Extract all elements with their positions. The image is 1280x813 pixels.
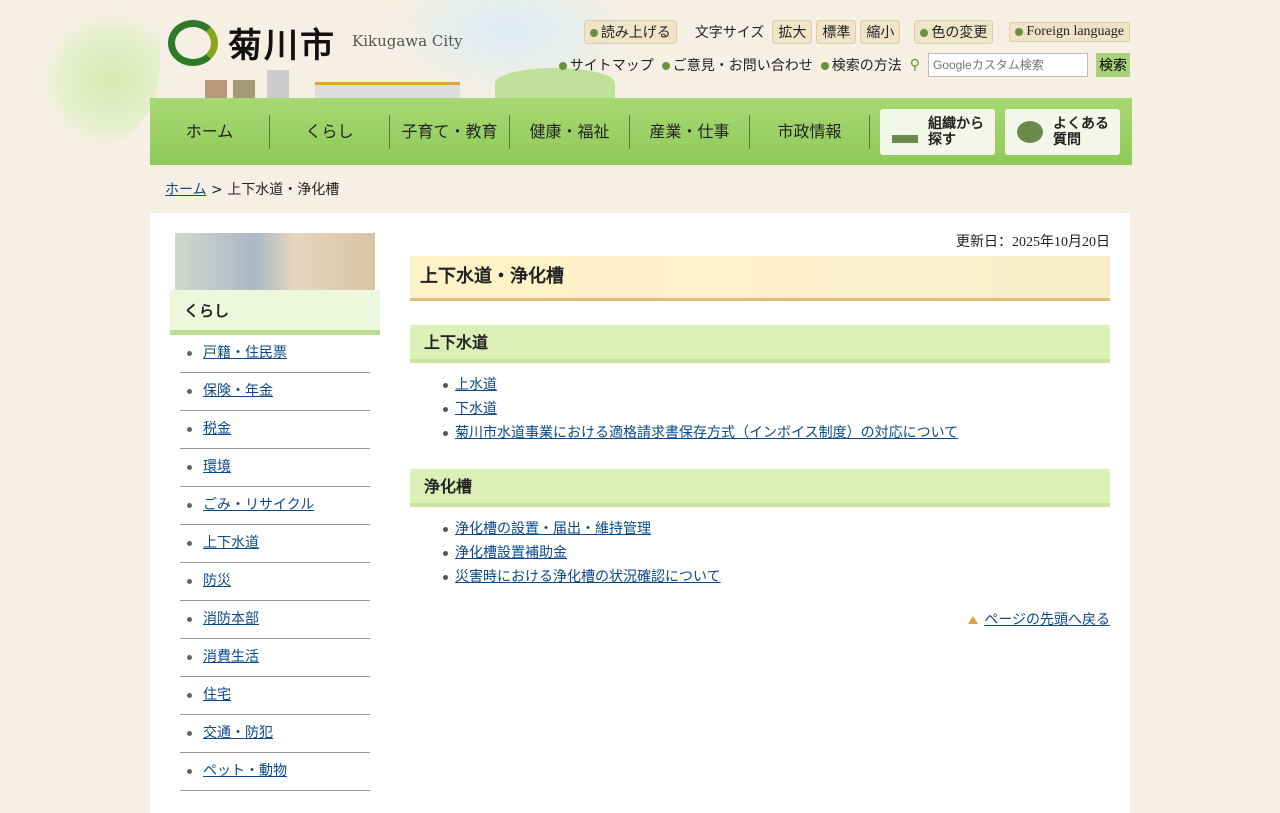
sidebar-link[interactable]: 交通・防犯 bbox=[203, 725, 273, 741]
content-link[interactable]: 浄化槽設置補助金 bbox=[455, 545, 567, 561]
up-triangle-icon bbox=[968, 616, 979, 624]
sidebar-photo bbox=[175, 233, 375, 290]
breadcrumb-separator: > bbox=[206, 182, 228, 198]
sidebar: くらし 戸籍・住民票 保険・年金税金環境ごみ・リサイクル 上下水道防災消防本部消費生… bbox=[170, 233, 380, 791]
list-item: 菊川市水道事業における適格請求書保存方式（インボイス制度）の対応について bbox=[440, 421, 1110, 445]
list-item: 下水道 bbox=[440, 397, 1110, 421]
town-illustration bbox=[195, 68, 615, 98]
updated-date: 更新日：2025年10月20日 bbox=[956, 235, 1110, 250]
list-item: 浄化槽設置補助金 bbox=[440, 541, 1110, 565]
section-heading: 上下水道 bbox=[410, 325, 1110, 363]
logo-text: 菊川市 bbox=[228, 26, 336, 66]
link-list: 上水道下水道菊川市水道事業における適格請求書保存方式（インボイス制度）の対応につ… bbox=[440, 373, 1110, 445]
city-emblem-icon bbox=[168, 19, 218, 66]
sidebar-item: 税金 bbox=[180, 411, 370, 449]
color-change-button[interactable]: 色の変更 bbox=[914, 20, 994, 44]
search-icon: ⚲ bbox=[909, 57, 920, 73]
list-item: 上水道 bbox=[440, 373, 1110, 397]
sidebar-item: 消防本部 bbox=[180, 601, 370, 639]
speech-bubble-icon bbox=[1017, 120, 1043, 143]
sidebar-link[interactable]: 上下水道 bbox=[203, 535, 259, 551]
content-link[interactable]: 下水道 bbox=[455, 401, 497, 417]
sidebar-item: 環境 bbox=[180, 449, 370, 487]
font-normal-button[interactable]: 標準 bbox=[816, 20, 857, 44]
sidebar-item: 防災 bbox=[180, 563, 370, 601]
content-link[interactable]: 浄化槽の設置・届出・維持管理 bbox=[455, 521, 651, 537]
logo-english: Kikugawa City bbox=[352, 32, 463, 50]
sidebar-link[interactable]: 住宅 bbox=[203, 687, 231, 703]
nav-government[interactable]: 市政情報 bbox=[750, 114, 870, 149]
link-list: 浄化槽の設置・届出・維持管理 浄化槽設置補助金災害時における浄化槽の状況確認につい… bbox=[440, 517, 1110, 589]
main-area: くらし 戸籍・住民票 保険・年金 税金 環境 ごみ・リサイクル 上下水道 防災 消防本部 消費生… bbox=[150, 213, 1130, 813]
utility-bar: 読み上げる 文字サイズ 拡大 標準 縮小 色の変更 Foreign langua… bbox=[583, 20, 1130, 44]
tea-leaf-decoration bbox=[40, 10, 160, 150]
global-nav: ホーム くらし 子育て・教育 健康・福祉 産業・仕事 市政情報 組織から探す よ… bbox=[150, 98, 1132, 165]
nav-industry[interactable]: 産業・仕事 bbox=[630, 114, 750, 149]
font-size-label: 文字サイズ bbox=[694, 25, 765, 41]
page-top-link[interactable]: ページの先頭へ戻る bbox=[984, 612, 1110, 628]
sidebar-link[interactable]: 税金 bbox=[203, 421, 231, 437]
page-title: 上下水道・浄化槽 bbox=[410, 256, 1110, 301]
sidebar-link[interactable]: 保険・年金 bbox=[203, 383, 273, 399]
sidebar-link[interactable]: 消費生活 bbox=[203, 649, 259, 665]
font-large-button[interactable]: 拡大 bbox=[772, 20, 813, 44]
faq-button[interactable]: よくある質問 bbox=[1005, 108, 1120, 155]
sidebar-item: ペット・動物 bbox=[180, 753, 370, 791]
breadcrumb: ホーム > 上下水道・浄化槽 bbox=[165, 179, 339, 199]
sidebar-item: 住宅 bbox=[180, 677, 370, 715]
font-small-button[interactable]: 縮小 bbox=[860, 20, 901, 44]
sidebar-item: 保険・年金 bbox=[180, 373, 370, 411]
org-chart-icon bbox=[892, 120, 918, 143]
sidebar-item: ごみ・リサイクル bbox=[180, 487, 370, 525]
page-top: ページの先頭へ戻る bbox=[410, 609, 1110, 629]
breadcrumb-home[interactable]: ホーム bbox=[165, 182, 207, 198]
foreign-language-button[interactable]: Foreign language bbox=[1009, 22, 1130, 42]
sidebar-link[interactable]: 環境 bbox=[203, 459, 231, 475]
sidebar-link[interactable]: ごみ・リサイクル bbox=[203, 497, 314, 513]
sitemap-link[interactable]: サイトマップ bbox=[558, 55, 654, 75]
org-search-button[interactable]: 組織から探す bbox=[880, 108, 995, 155]
sidebar-link[interactable]: ペット・動物 bbox=[203, 763, 287, 779]
utility-links: サイトマップ ご意見・お問い合わせ 検索の方法 ⚲ 検索 bbox=[558, 53, 1130, 77]
content-link[interactable]: 災害時における浄化槽の状況確認について bbox=[455, 569, 721, 585]
sidebar-item: 上下水道 bbox=[180, 525, 370, 563]
search-button[interactable]: 検索 bbox=[1096, 53, 1130, 77]
list-item: 浄化槽の設置・届出・維持管理 bbox=[440, 517, 1110, 541]
search-help-link[interactable]: 検索の方法 bbox=[820, 55, 902, 75]
content-link[interactable]: 上水道 bbox=[455, 377, 497, 393]
content-link[interactable]: 菊川市水道事業における適格請求書保存方式（インボイス制度）の対応について bbox=[455, 425, 958, 441]
nav-living[interactable]: くらし bbox=[270, 114, 390, 149]
read-aloud-button[interactable]: 読み上げる bbox=[583, 20, 677, 44]
nav-home[interactable]: ホーム bbox=[150, 114, 270, 149]
sidebar-link[interactable]: 防災 bbox=[203, 573, 231, 589]
breadcrumb-current: 上下水道・浄化槽 bbox=[227, 182, 340, 198]
site-logo[interactable]: 菊川市 bbox=[168, 18, 336, 67]
sidebar-item: 消費生活 bbox=[180, 639, 370, 677]
nav-health[interactable]: 健康・福祉 bbox=[510, 114, 630, 149]
search-input[interactable] bbox=[928, 53, 1088, 77]
nav-childcare[interactable]: 子育て・教育 bbox=[390, 114, 510, 149]
feedback-link[interactable]: ご意見・お問い合わせ bbox=[661, 55, 813, 75]
section-heading: 浄化槽 bbox=[410, 469, 1110, 507]
sidebar-item: 戸籍・住民票 bbox=[180, 335, 370, 373]
sidebar-title: くらし bbox=[170, 290, 380, 335]
list-item: 災害時における浄化槽の状況確認について bbox=[440, 565, 1110, 589]
sidebar-item: 交通・防犯 bbox=[180, 715, 370, 753]
content: 更新日：2025年10月20日 上下水道・浄化槽 上下水道上水道下水道菊川市水道… bbox=[410, 231, 1110, 629]
sidebar-link[interactable]: 消防本部 bbox=[203, 611, 259, 627]
sidebar-link[interactable]: 戸籍・住民票 bbox=[203, 345, 287, 361]
